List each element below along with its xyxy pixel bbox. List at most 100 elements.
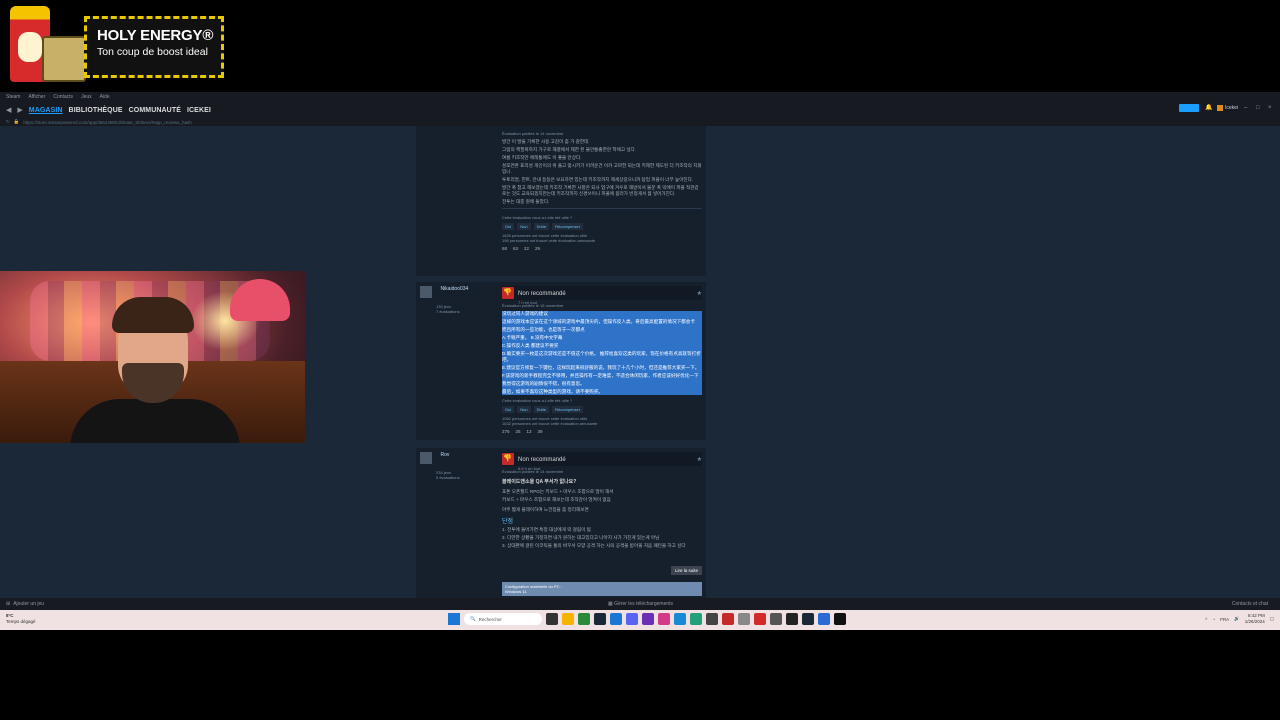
weather-widget[interactable]: 8°C Temps dégagé: [6, 613, 36, 625]
close-icon[interactable]: ×: [1268, 105, 1274, 111]
yes-button[interactable]: Oui: [502, 223, 515, 230]
app-icon[interactable]: [674, 613, 686, 625]
review-author[interactable]: Rov 234 jeux 9 évaluations: [420, 452, 500, 480]
author-avatar[interactable]: [420, 452, 432, 464]
app-icon[interactable]: [690, 613, 702, 625]
app-icon[interactable]: [658, 613, 670, 625]
notification-icon[interactable]: ▢: [1270, 616, 1274, 622]
reaction-count[interactable]: 25: [516, 429, 521, 434]
award-button[interactable]: Récompenser: [552, 223, 584, 230]
sponsor-tagline: Ton coup de boost ideal: [97, 46, 208, 58]
back-arrow-icon[interactable]: ◀: [6, 106, 11, 114]
review-body: Non recommandé 6,6 h en tout ★ Évaluatio…: [502, 452, 702, 551]
review-paragraph: 그럼의 핵필폭까지 가구로 해결에서 제한 된 불안통졸한란 학에고 싶다.: [502, 147, 637, 152]
search-icon: 🔍: [470, 616, 476, 621]
author-avatar[interactable]: [420, 286, 432, 298]
funny-button[interactable]: Drôle: [533, 223, 550, 230]
yes-button[interactable]: Oui: [502, 406, 515, 413]
reaction-count[interactable]: 22: [524, 246, 529, 251]
review-paragraph: E.建议官方修复一下键位，这样玩起来很舒服的说，我玩了十几个小时，但还是推荐大家…: [502, 365, 700, 370]
add-game-button[interactable]: ⊞ Ajouter un jeu: [6, 601, 44, 607]
menu-games[interactable]: Jeux: [81, 94, 92, 100]
award-button[interactable]: Récompenser: [552, 406, 584, 413]
app-icon[interactable]: [834, 613, 846, 625]
forward-arrow-icon[interactable]: ▶: [17, 106, 22, 114]
obs-icon[interactable]: [642, 613, 654, 625]
review-section-heading: 단점: [502, 519, 514, 525]
reaction-count[interactable]: 29: [535, 246, 540, 251]
task-view-icon[interactable]: [546, 613, 558, 625]
reaction-count[interactable]: 68: [502, 246, 507, 251]
notification-bell-icon[interactable]: 🔔: [1205, 105, 1212, 111]
user-menu[interactable]: Icekei: [1216, 105, 1238, 111]
friends-chat-button[interactable]: Contacts et chat: [1232, 601, 1268, 607]
menu-view[interactable]: Afficher: [28, 94, 45, 100]
energy-tub-image: [42, 36, 86, 82]
app-icon[interactable]: [818, 613, 830, 625]
minimize-icon[interactable]: –: [1244, 105, 1250, 111]
user-avatar: [1216, 105, 1223, 111]
tab-store[interactable]: MAGASIN: [29, 107, 63, 114]
no-button[interactable]: Non: [517, 406, 531, 413]
taskbar: 8°C Temps dégagé 🔍 Rechercher ^ ◔ FRA 🔊 …: [0, 610, 1280, 630]
menu-steam[interactable]: Steam: [6, 94, 20, 100]
flag-icon[interactable]: ★: [697, 290, 702, 297]
steam-icon[interactable]: [802, 613, 814, 625]
app-icon[interactable]: [754, 613, 766, 625]
status-bar: ⊞ Ajouter un jeu ▦ Gérer les téléchargem…: [0, 598, 1280, 610]
chrome-icon[interactable]: [578, 613, 590, 625]
reaction-count[interactable]: 276: [502, 429, 510, 434]
review-paragraph: 전투는 대충 원에 돌았다.: [502, 199, 550, 204]
windows-start-icon[interactable]: [448, 613, 460, 625]
reaction-count[interactable]: 13: [527, 429, 532, 434]
author-name[interactable]: Rov: [440, 452, 449, 458]
maximize-icon[interactable]: □: [1256, 105, 1262, 111]
app-icon[interactable]: [722, 613, 734, 625]
review-author[interactable]: Nikaidoo034 130 jeux 7 évaluations: [420, 286, 500, 314]
review-paragraph: 키보드 + 마우스 조합으로 해보는데 조작감이 엉켜이 없음: [502, 497, 611, 502]
network-icon[interactable]: ◔: [1212, 617, 1215, 622]
app-icon[interactable]: [770, 613, 782, 625]
menu-help[interactable]: Aide: [100, 94, 110, 100]
chevron-up-icon[interactable]: ^: [1205, 617, 1207, 622]
funny-button[interactable]: Drôle: [533, 406, 550, 413]
menu-friends[interactable]: Contacts: [53, 94, 73, 100]
tab-profile[interactable]: ICEKEI: [187, 107, 211, 114]
no-button[interactable]: Non: [517, 223, 531, 230]
review-paragraph: A.卡顿严重。 B.没有中文字幕: [502, 335, 563, 340]
review-text: 포톤 오픈월드 RPG는 키보드 + 마우스 조합으로 많이 해서 키보드 + …: [502, 489, 702, 549]
reload-icon[interactable]: ↻: [6, 119, 10, 125]
thumbs-down-icon: [502, 287, 514, 299]
file-explorer-icon[interactable]: [562, 613, 574, 625]
url-text[interactable]: https://store.steampowered.com/app/35642…: [23, 120, 191, 125]
streamer-hair: [112, 297, 194, 333]
author-name[interactable]: Nikaidoo034: [440, 286, 468, 292]
review-card: Rov 234 jeux 9 évaluations Non recommand…: [416, 448, 706, 598]
review-body: Évaluation publiée le 14 novembre 발간 이 발…: [502, 128, 702, 251]
clock[interactable]: 8:42 PM 1/26/2024: [1245, 613, 1265, 625]
streamer-body: [70, 399, 240, 443]
clock-date: 1/26/2024: [1244, 619, 1265, 624]
flag-icon[interactable]: ★: [697, 456, 702, 463]
tab-library[interactable]: BIBLIOTHÈQUE: [69, 107, 123, 114]
review-paragraph: 투토리얼, 힌트, 안내 등등은 보요하면 있는데 키조작까지 제세상길으니까 …: [502, 177, 694, 182]
downloads-button[interactable]: ▦ Gérer les téléchargements: [608, 601, 673, 607]
volume-icon[interactable]: 🔊: [1234, 616, 1240, 622]
reaction-count[interactable]: 39: [538, 429, 543, 434]
app-icon[interactable]: [738, 613, 750, 625]
helpful-question: Cette évaluation vous a-t-elle été utile…: [502, 215, 573, 220]
steam-icon[interactable]: [594, 613, 606, 625]
broadcast-button[interactable]: [1178, 104, 1199, 112]
edge-icon[interactable]: [610, 613, 622, 625]
tab-community[interactable]: COMMUNAUTÉ: [129, 107, 181, 114]
language-indicator[interactable]: FRA: [1220, 617, 1229, 622]
read-more-button[interactable]: Lire la suite: [670, 566, 702, 575]
sponsor-banner: HOLY ENERGY® Ton coup de boost ideal: [6, 6, 226, 82]
app-icon[interactable]: [786, 613, 798, 625]
discord-icon[interactable]: [626, 613, 638, 625]
taskbar-search[interactable]: 🔍 Rechercher: [464, 613, 542, 625]
pc-config-os: Windows 11: [505, 589, 527, 594]
app-icon[interactable]: [706, 613, 718, 625]
reaction-count[interactable]: 63: [513, 246, 518, 251]
divider: [502, 208, 702, 209]
